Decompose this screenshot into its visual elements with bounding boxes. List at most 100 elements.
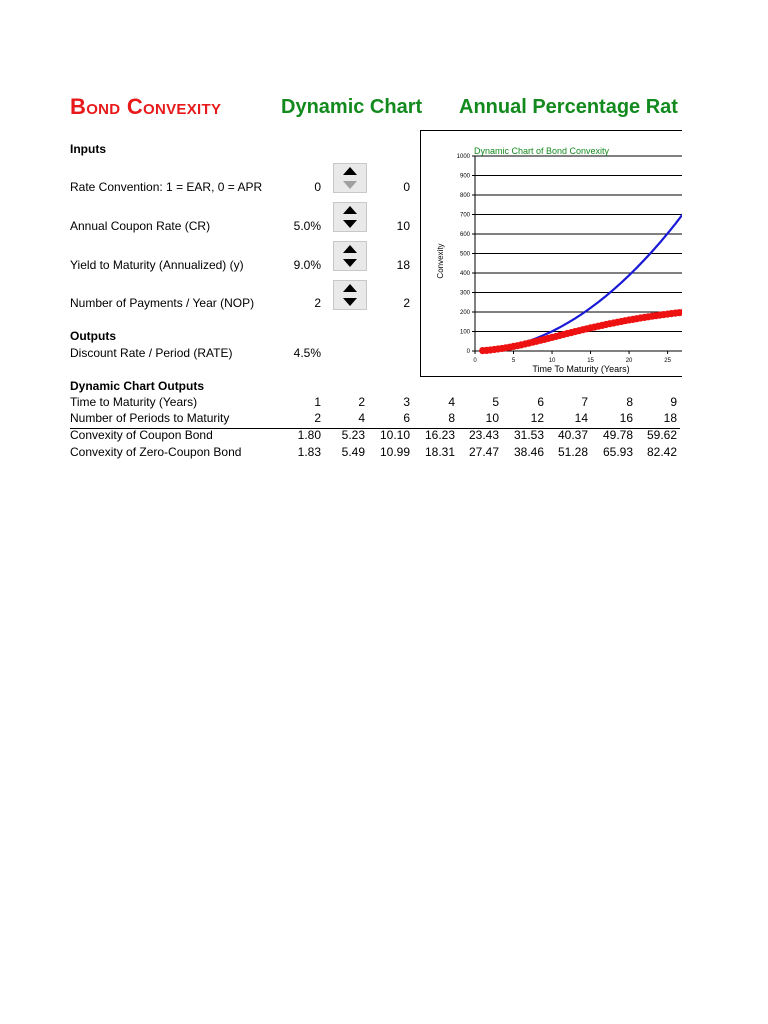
arrow-down-icon xyxy=(343,259,357,267)
arrow-up-icon xyxy=(343,167,357,175)
nop-spinner[interactable] xyxy=(333,280,367,310)
table-cell: 40.37 xyxy=(557,428,588,442)
spin-down-button[interactable] xyxy=(334,217,366,231)
x-tick-label: 25 xyxy=(664,358,671,364)
ytm-spinner-value: 18 xyxy=(396,258,410,272)
table-cell: 65.93 xyxy=(602,445,633,459)
y-axis-label: Convexity xyxy=(436,243,445,278)
spin-up-button[interactable] xyxy=(334,242,366,256)
table-cell: 14 xyxy=(574,411,588,425)
table-cell: 82.42 xyxy=(646,445,677,459)
table-row-label: Convexity of Zero-Coupon Bond xyxy=(70,445,242,459)
ytm-label: Yield to Maturity (Annualized) (y) xyxy=(70,258,244,272)
y-tick-label: 0 xyxy=(467,349,471,355)
table-cell: 1.80 xyxy=(297,428,321,442)
table-cell: 1 xyxy=(314,395,321,409)
rate-convention-label: Rate Convention: 1 = EAR, 0 = APR xyxy=(70,180,263,194)
chart-title: Dynamic Chart of Bond Convexity xyxy=(474,146,610,156)
discount-rate-value: 4.5% xyxy=(293,346,321,360)
y-tick-label: 600 xyxy=(460,232,471,238)
spin-down-button[interactable] xyxy=(334,295,366,309)
rate-convention-spinner-value: 0 xyxy=(403,180,410,194)
discount-rate-label: Discount Rate / Period (RATE) xyxy=(70,346,233,360)
arrow-up-icon xyxy=(343,284,357,292)
spin-down-button[interactable] xyxy=(334,178,366,192)
y-tick-label: 800 xyxy=(460,193,471,199)
y-tick-label: 700 xyxy=(460,213,471,219)
arrow-down-icon xyxy=(343,298,357,306)
table-cell: 51.28 xyxy=(557,445,588,459)
table-cell: 16 xyxy=(619,411,633,425)
table-cell: 49.78 xyxy=(602,428,633,442)
table-cell: 23.43 xyxy=(468,428,499,442)
convexity-chart[interactable]: 0 100 200 300 400 500 600 700 800 900 1000 0 5 10 15 20… xyxy=(420,130,682,377)
arrow-up-icon xyxy=(343,245,357,253)
table-cell: 8 xyxy=(448,411,455,425)
nop-value[interactable]: 2 xyxy=(270,296,321,310)
arrow-down-icon xyxy=(343,181,357,189)
nop-spinner-value: 2 xyxy=(403,296,410,310)
dynamic-chart-heading: Dynamic Chart xyxy=(281,96,423,118)
table-cell: 18.31 xyxy=(424,445,455,459)
table-row-label: Convexity of Coupon Bond xyxy=(70,428,213,442)
table-cell: 12 xyxy=(530,411,544,425)
outputs-heading: Outputs xyxy=(70,329,116,343)
table-cell: 5.23 xyxy=(341,428,365,442)
spin-up-button[interactable] xyxy=(334,281,366,295)
table-cell: 10.99 xyxy=(379,445,410,459)
table-cell: 2 xyxy=(314,411,321,425)
dynamic-outputs-heading: Dynamic Chart Outputs xyxy=(70,379,205,393)
table-cell: 8 xyxy=(626,395,633,409)
nop-label: Number of Payments / Year (NOP) xyxy=(70,296,255,310)
spin-up-button[interactable] xyxy=(334,164,366,178)
table-cell: 5.49 xyxy=(341,445,365,459)
page-title: Bond Convexity xyxy=(70,94,222,119)
ytm-spinner[interactable] xyxy=(333,241,367,271)
table-cell: 31.53 xyxy=(513,428,544,442)
table-cell: 4 xyxy=(358,411,365,425)
annual-rate-heading: Annual Percentage Rat xyxy=(459,96,678,118)
inputs-heading: Inputs xyxy=(70,142,106,156)
table-cell: 9 xyxy=(670,395,677,409)
arrow-down-icon xyxy=(343,220,357,228)
spin-up-button[interactable] xyxy=(334,203,366,217)
table-cell: 59.62 xyxy=(646,428,677,442)
coupon-rate-label: Annual Coupon Rate (CR) xyxy=(70,219,211,233)
ytm-value[interactable]: 9.0% xyxy=(270,258,321,272)
table-row-label: Number of Periods to Maturity xyxy=(70,411,230,425)
y-tick-label: 900 xyxy=(460,174,471,180)
y-tick-label: 100 xyxy=(460,330,471,336)
table-cell: 2 xyxy=(358,395,365,409)
table-cell: 38.46 xyxy=(513,445,544,459)
table-cell: 16.23 xyxy=(424,428,455,442)
y-tick-label: 300 xyxy=(460,291,471,297)
table-cell: 1.83 xyxy=(297,445,321,459)
rate-convention-value[interactable]: 0 xyxy=(270,180,321,194)
table-divider xyxy=(70,428,680,429)
table-cell: 6 xyxy=(403,411,410,425)
x-axis-label: Time To Maturity (Years) xyxy=(532,364,629,374)
y-tick-label: 200 xyxy=(460,310,471,316)
table-cell: 6 xyxy=(537,395,544,409)
table-cell: 7 xyxy=(581,395,588,409)
table-cell: 5 xyxy=(492,395,499,409)
y-tick-label: 1000 xyxy=(457,154,471,160)
coupon-rate-spinner[interactable] xyxy=(333,202,367,232)
rate-convention-spinner[interactable] xyxy=(333,163,367,193)
y-tick-label: 500 xyxy=(460,252,471,258)
coupon-rate-value[interactable]: 5.0% xyxy=(270,219,321,233)
table-cell: 18 xyxy=(663,411,677,425)
table-cell: 27.47 xyxy=(468,445,499,459)
table-cell: 3 xyxy=(403,395,410,409)
table-cell: 10 xyxy=(485,411,499,425)
spin-down-button[interactable] xyxy=(334,256,366,270)
arrow-up-icon xyxy=(343,206,357,214)
x-tick-label: 5 xyxy=(512,358,516,364)
table-cell: 10.10 xyxy=(379,428,410,442)
table-row-label: Time to Maturity (Years) xyxy=(70,395,198,409)
y-tick-label: 400 xyxy=(460,271,471,277)
x-tick-label: 0 xyxy=(473,358,477,364)
table-cell: 4 xyxy=(448,395,455,409)
chart-svg: 010020030040050060070080090010000 5 10 15 20… xyxy=(436,146,682,374)
coupon-rate-spinner-value: 10 xyxy=(396,219,410,233)
